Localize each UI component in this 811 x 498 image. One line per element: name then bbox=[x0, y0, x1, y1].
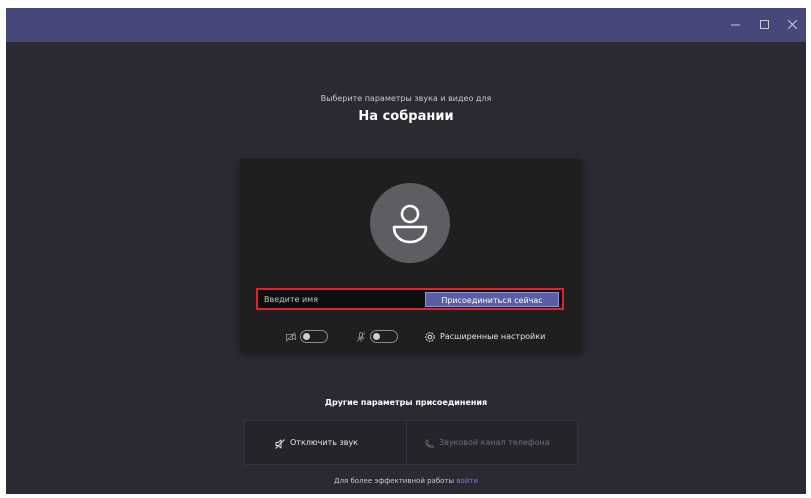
other-options-title: Другие параметры присоединения bbox=[324, 398, 488, 407]
mic-off-icon bbox=[356, 332, 366, 342]
sign-in-link[interactable]: войти bbox=[456, 477, 478, 485]
mic-toggle-knob bbox=[373, 333, 380, 340]
mic-toggle[interactable] bbox=[370, 330, 398, 343]
name-input[interactable] bbox=[260, 291, 428, 307]
title-bar bbox=[6, 8, 806, 42]
minimize-icon[interactable] bbox=[726, 16, 744, 34]
close-icon[interactable] bbox=[783, 16, 801, 34]
join-now-button[interactable]: Присоединиться сейчас bbox=[425, 292, 559, 307]
camera-off-icon bbox=[286, 332, 296, 342]
mute-audio-option[interactable]: Отключить звук bbox=[244, 420, 414, 465]
speaker-off-icon bbox=[275, 439, 285, 449]
footer: Для более эффективной работы войти bbox=[6, 477, 806, 485]
camera-toggle[interactable] bbox=[300, 330, 328, 343]
advanced-settings-link[interactable]: Расширенные настройки bbox=[440, 330, 545, 344]
maximize-icon[interactable] bbox=[755, 16, 773, 34]
gear-icon[interactable] bbox=[424, 331, 436, 343]
avatar bbox=[370, 183, 450, 263]
device-controls: Расширенные настройки bbox=[286, 327, 556, 347]
camera-toggle-knob bbox=[303, 333, 310, 340]
phone-icon bbox=[425, 439, 434, 448]
phone-audio-label: Звуковой канал телефона bbox=[439, 438, 550, 447]
page-subtitle: Выберите параметры звука и видео для bbox=[320, 94, 492, 103]
person-icon bbox=[392, 204, 428, 244]
phone-audio-option: Звуковой канал телефона bbox=[406, 420, 578, 465]
name-join-row: Присоединиться сейчас bbox=[256, 288, 564, 310]
mute-audio-label: Отключить звук bbox=[290, 438, 359, 447]
page-title: На собрании bbox=[358, 109, 454, 124]
footer-text: Для более эффективной работы bbox=[334, 477, 455, 485]
preview-card: Присоединиться сейчас bbox=[240, 159, 582, 352]
app-window: Выберите параметры звука и видео для На … bbox=[6, 8, 806, 494]
